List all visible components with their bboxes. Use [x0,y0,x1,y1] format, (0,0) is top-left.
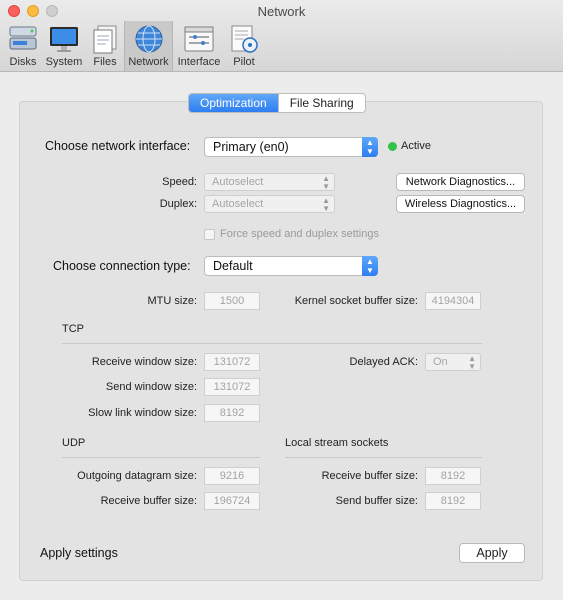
toolbar-label-disks: Disks [9,56,37,68]
delayed-ack-label: Delayed ACK: [349,356,418,368]
toolbar-label-network: Network [128,56,169,68]
network-interface-label: Choose network interface: [45,139,191,153]
outgoing-datagram-label: Outgoing datagram size: [77,470,197,482]
files-icon [93,25,117,54]
chevron-updown-icon: ▲ ▼ [468,354,476,371]
udp-receive-buffer-field[interactable]: 196724 [204,492,260,510]
disks-icon [9,26,37,50]
toolbar-label-files: Files [93,56,117,68]
connection-type-label: Choose connection type: [53,259,191,273]
send-window-label: Send window size: [105,381,197,393]
toolbar-item-system[interactable]: System [43,21,85,71]
toolbar-label-system: System [45,56,83,68]
apply-settings-label: Apply settings [40,546,118,560]
toolbar-item-disks[interactable]: Disks [4,21,42,71]
pilot-icon [231,25,258,53]
delayed-ack-value: On [433,356,448,368]
toolbar-item-network[interactable]: Network [124,21,173,71]
tcp-heading: TCP [62,323,84,335]
preferences-window: Network Disks System Files Network Inter… [0,0,563,600]
toolbar-item-files[interactable]: Files [88,21,122,71]
slow-link-window-field[interactable]: 8192 [204,404,260,422]
force-speed-checkbox[interactable] [204,229,215,240]
udp-divider [62,457,260,458]
slow-link-window-label: Slow link window size: [88,407,197,419]
outgoing-datagram-field[interactable]: 9216 [204,467,260,485]
mtu-field[interactable]: 1500 [204,292,260,310]
monitor-icon [50,27,78,52]
interface-status: Active [401,140,431,152]
window-title: Network [257,4,306,19]
force-speed-label: Force speed and duplex settings [220,228,379,240]
toolbar-label-pilot: Pilot [233,56,255,68]
delayed-ack-select[interactable]: On ▲ ▼ [425,353,481,371]
interface-window-icon [184,26,214,52]
kernel-buffer-field[interactable]: 4194304 [425,292,481,310]
kernel-buffer-label: Kernel socket buffer size: [294,295,418,307]
local-receive-buffer-label: Receive buffer size: [321,470,418,482]
local-send-buffer-field[interactable]: 8192 [425,492,481,510]
receive-window-field[interactable]: 131072 [204,353,260,371]
tab-file-sharing[interactable]: File Sharing [277,94,365,112]
chevron-updown-icon: ▲ ▼ [362,137,378,157]
local-send-buffer-label: Send buffer size: [335,495,418,507]
network-interface-select[interactable]: Primary (en0) ▲ ▼ [204,137,378,157]
network-diagnostics-button[interactable]: Network Diagnostics... [396,173,525,191]
chevron-updown-icon: ▲ ▼ [322,196,330,213]
toolbar: Network Disks System Files Network Inter… [0,0,563,72]
network-globe-icon [135,25,162,53]
local-receive-buffer-field[interactable]: 8192 [425,467,481,485]
tab-control: Optimization File Sharing [188,93,366,113]
apply-button[interactable]: Apply [459,543,525,563]
connection-type-select[interactable]: Default ▲ ▼ [204,256,378,276]
duplex-label: Duplex: [159,198,197,210]
speed-select[interactable]: Autoselect ▲ ▼ [204,173,335,191]
speed-value: Autoselect [212,176,264,188]
chevron-updown-icon: ▲ ▼ [362,256,378,276]
toolbar-label-interface: Interface [177,56,221,68]
local-stream-heading: Local stream sockets [285,437,389,449]
speed-label: Speed: [162,176,197,188]
udp-receive-buffer-label: Receive buffer size: [100,495,197,507]
receive-window-label: Receive window size: [91,356,197,368]
send-window-field[interactable]: 131072 [204,378,260,396]
toolbar-item-interface[interactable]: Interface [175,21,223,71]
network-interface-value: Primary (en0) [213,140,289,154]
toolbar-item-pilot[interactable]: Pilot [226,21,262,71]
tab-optimization[interactable]: Optimization [189,94,278,112]
duplex-select[interactable]: Autoselect ▲ ▼ [204,195,335,213]
local-stream-divider [285,457,482,458]
status-dot-icon [388,142,397,151]
udp-heading: UDP [62,437,86,449]
chevron-updown-icon: ▲ ▼ [322,174,330,191]
duplex-value: Autoselect [212,198,264,210]
mtu-label: MTU size: [147,295,198,307]
tcp-divider [62,343,482,344]
wireless-diagnostics-button[interactable]: Wireless Diagnostics... [396,195,525,213]
connection-type-value: Default [213,259,253,273]
